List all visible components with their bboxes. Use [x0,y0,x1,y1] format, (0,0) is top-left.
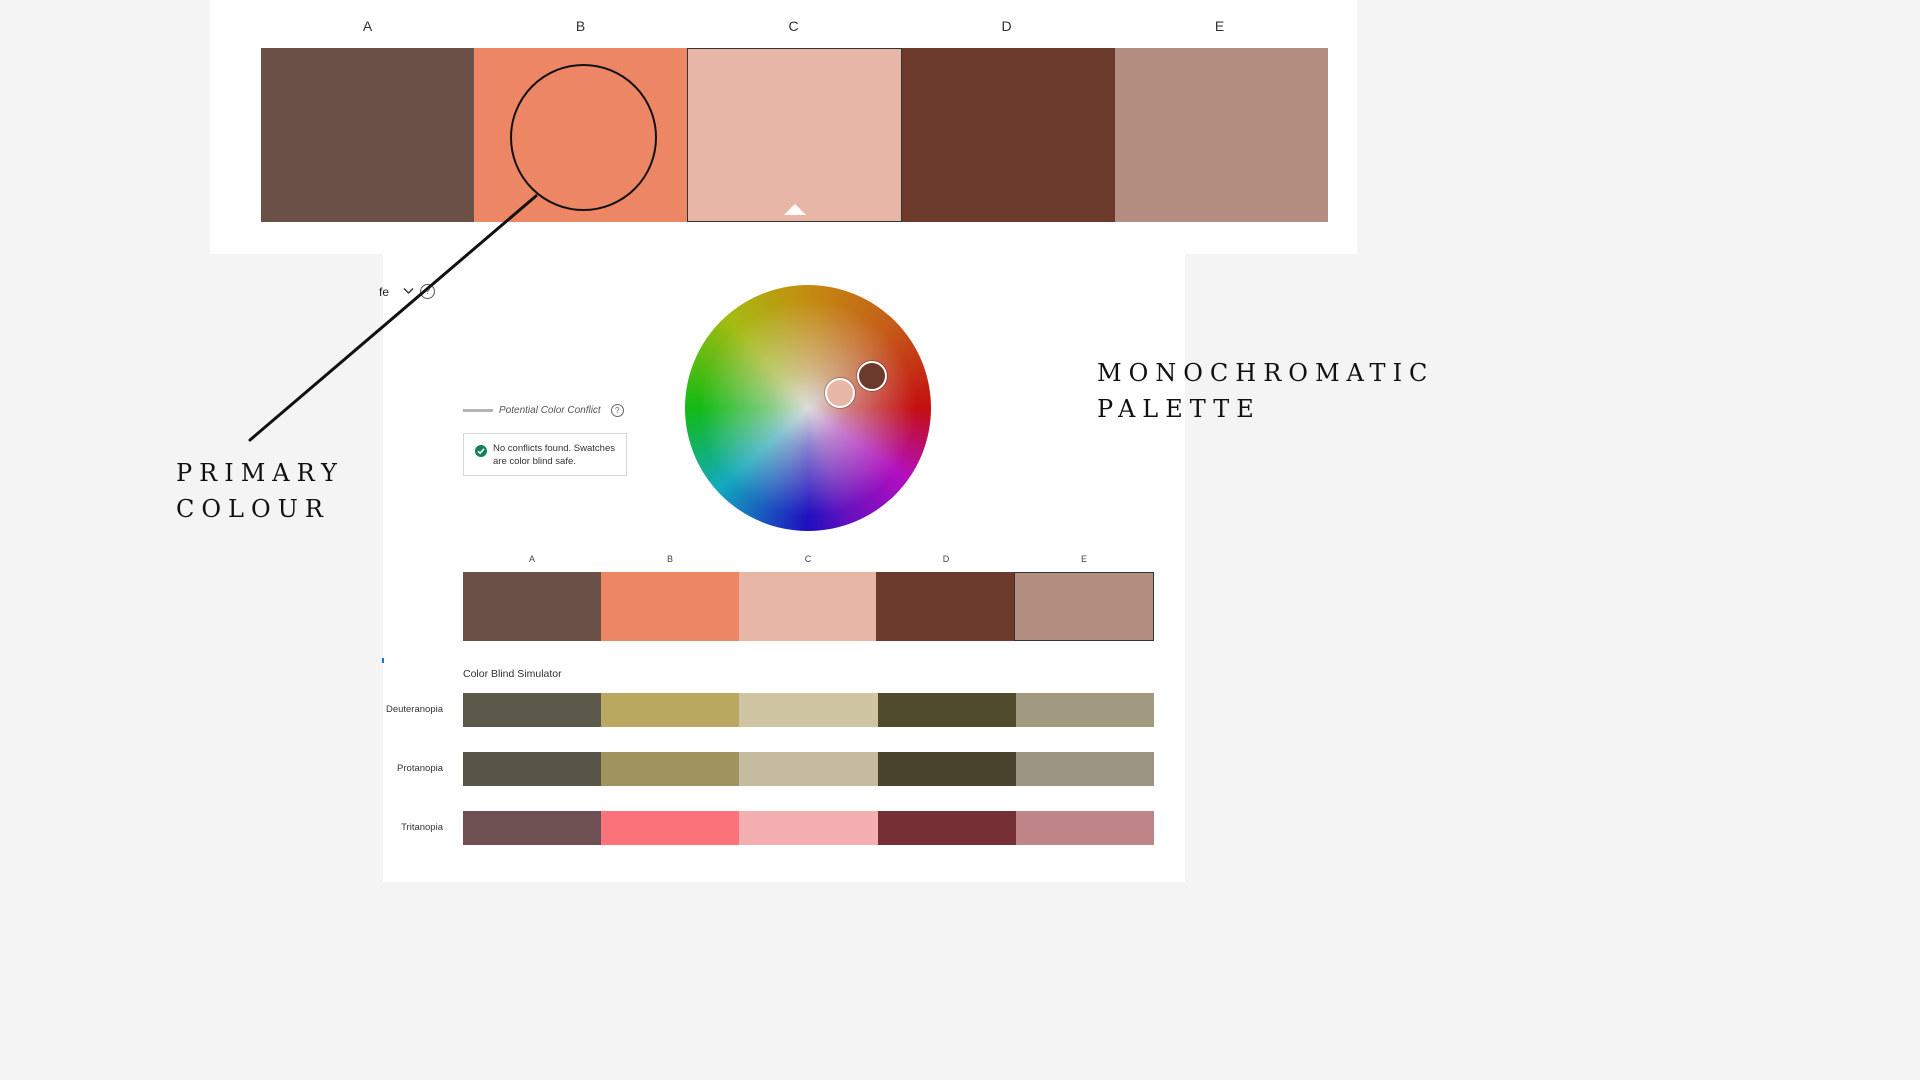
swatch-e[interactable] [1115,48,1328,222]
deuteranopia-row [463,693,1155,727]
annotation-line: PRIMARY [176,459,344,487]
swatch-label-a: A [362,18,373,34]
highlight-circle [510,64,657,211]
sim-swatch [1015,693,1155,727]
main-swatch-b[interactable] [600,572,739,641]
swatch-label-c: C [788,18,799,34]
sim-swatch [877,811,1016,845]
main-swatch-e[interactable] [1014,572,1154,641]
sim-swatch [739,693,878,727]
swatch-d[interactable] [902,48,1115,222]
sim-swatch [463,752,602,786]
simulator-title: Color Blind Simulator [463,668,562,680]
monochromatic-palette-annotation: MONOCHROMATIC PALETTE [1097,355,1434,427]
status-box: No conflicts found. Swatches are color b… [463,433,627,476]
main-swatch-a[interactable] [463,572,601,641]
sim-swatch [1015,811,1155,845]
help-icon[interactable]: ? [610,404,624,417]
protanopia-row [463,752,1155,786]
status-message: No conflicts found. Swatches are color b… [493,443,615,467]
swatch-a[interactable] [261,48,474,222]
sim-swatch [877,693,1016,727]
swatch-label-e: E [1214,18,1225,34]
sim-swatch [601,752,740,786]
swatch-label-d: D [1001,18,1012,34]
annotation-line: MONOCHROMATIC [1097,359,1435,387]
wheel-handle-base[interactable] [857,361,887,391]
wheel-handle-secondary[interactable] [825,378,855,408]
legend-line-icon [463,409,493,412]
tritanopia-label: Tritanopia [401,822,443,833]
sim-swatch [601,693,740,727]
main-label-e: E [1080,554,1087,564]
sim-swatch [877,752,1016,786]
main-swatch-c[interactable] [738,572,877,641]
selected-indicator-icon [783,204,806,215]
swatch-c[interactable] [687,48,902,222]
sim-swatch [1015,752,1155,786]
help-icon[interactable]: ? [420,284,435,299]
main-swatch-d[interactable] [876,572,1015,641]
annotation-line: PALETTE [1097,395,1261,423]
sim-swatch [739,752,878,786]
focus-marker [382,658,384,663]
main-swatch-strip [463,572,1154,641]
color-wheel-panel: fe ? Potential Color Conflict ? No confl… [379,254,1185,882]
sim-swatch [463,693,602,727]
checkmark-circle-icon [475,445,487,457]
main-label-c: C [804,554,812,564]
sim-swatch [463,811,602,845]
conflict-legend: Potential Color Conflict ? [463,404,624,417]
color-wheel[interactable] [685,285,931,531]
sim-swatch [739,811,878,845]
main-label-d: D [942,554,950,564]
top-palette-panel: A B C D E [210,0,1357,254]
chevron-down-icon[interactable] [403,287,414,295]
legend-text: Potential Color Conflict [499,405,601,416]
primary-colour-annotation: PRIMARY COLOUR [176,455,344,527]
swatch-label-b: B [575,18,586,34]
protanopia-label: Protanopia [397,763,443,774]
main-label-b: B [666,554,673,564]
annotation-line: COLOUR [176,495,330,523]
deuteranopia-label: Deuteranopia [385,704,443,715]
top-swatch-strip [261,48,1328,222]
sim-swatch [601,811,740,845]
harmony-rule-select-label[interactable]: fe [379,285,389,299]
tritanopia-row [463,811,1155,845]
main-label-a: A [528,554,535,564]
